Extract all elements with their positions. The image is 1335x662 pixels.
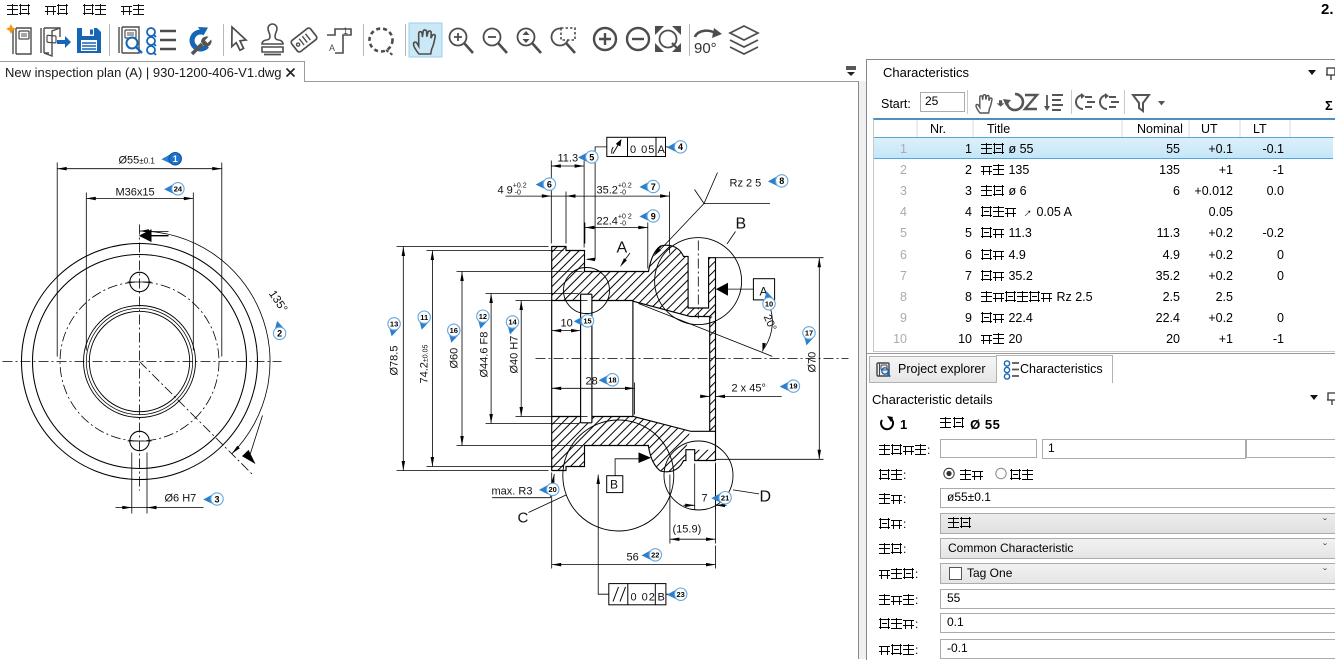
svg-text:M36x15: M36x15 xyxy=(116,187,155,199)
svg-text:23: 23 xyxy=(677,590,685,599)
svg-text:13: 13 xyxy=(390,320,398,329)
svg-text:17: 17 xyxy=(805,329,813,338)
svg-text:Ø40 H7: Ø40 H7 xyxy=(509,336,521,374)
svg-text:6: 6 xyxy=(547,179,552,189)
svg-text:19: 19 xyxy=(789,382,797,391)
svg-text:22.4+0 2-0: 22.4+0 2-0 xyxy=(597,214,632,228)
svg-text:A: A xyxy=(658,144,666,156)
svg-text:90°: 90° xyxy=(694,40,717,57)
svg-text:135°: 135° xyxy=(266,288,289,314)
svg-text:Ø44.6 F8: Ø44.6 F8 xyxy=(479,332,491,378)
svg-text:24: 24 xyxy=(174,184,183,193)
svg-text:28: 28 xyxy=(586,376,598,388)
svg-text:18: 18 xyxy=(608,375,616,384)
svg-text:11: 11 xyxy=(420,313,428,322)
svg-text:Rz 2 5: Rz 2 5 xyxy=(730,178,762,190)
svg-text:Ø70: Ø70 xyxy=(807,352,819,373)
svg-text:Ø6 H7: Ø6 H7 xyxy=(165,493,197,505)
svg-text:2: 2 xyxy=(277,329,282,339)
svg-text:35.2+0.2-0: 35.2+0.2-0 xyxy=(597,183,632,197)
svg-text:Ø55±0.1: Ø55±0.1 xyxy=(119,155,156,167)
svg-text:C: C xyxy=(518,510,529,527)
svg-text:15: 15 xyxy=(583,317,591,326)
svg-text:22: 22 xyxy=(651,551,659,560)
svg-text:2 x 45°: 2 x 45° xyxy=(732,383,766,395)
svg-text:0 05: 0 05 xyxy=(630,144,655,156)
svg-text:16: 16 xyxy=(450,326,458,335)
svg-text:A: A xyxy=(617,240,628,257)
svg-text:20°: 20° xyxy=(761,313,779,333)
svg-text:Ø60: Ø60 xyxy=(449,348,461,369)
svg-text:9: 9 xyxy=(651,211,656,221)
svg-text:11.3: 11.3 xyxy=(558,153,579,165)
svg-text:Ø78.5: Ø78.5 xyxy=(389,346,401,376)
svg-text:10: 10 xyxy=(561,318,573,330)
svg-text:8: 8 xyxy=(779,176,784,186)
svg-text:56: 56 xyxy=(627,552,639,564)
svg-text:4 9+0.2-0: 4 9+0.2-0 xyxy=(498,183,527,197)
svg-text:74.2±0.05: 74.2±0.05 xyxy=(419,345,431,384)
svg-text:7: 7 xyxy=(702,493,708,505)
svg-text:4: 4 xyxy=(678,142,683,152)
svg-text:B: B xyxy=(736,216,747,233)
svg-text:5: 5 xyxy=(589,152,594,162)
svg-text:7: 7 xyxy=(651,182,656,192)
svg-text:B: B xyxy=(610,478,618,492)
svg-text:1: 1 xyxy=(343,26,348,36)
svg-text:max. R3: max. R3 xyxy=(492,486,533,498)
svg-text:10: 10 xyxy=(765,299,773,308)
svg-text:20: 20 xyxy=(549,485,557,494)
svg-text:3: 3 xyxy=(214,494,219,504)
svg-text:B: B xyxy=(658,592,665,604)
svg-text:0 02: 0 02 xyxy=(631,592,656,604)
svg-text:14: 14 xyxy=(508,318,517,327)
svg-text:12: 12 xyxy=(479,312,487,321)
svg-text:(15.9): (15.9) xyxy=(673,524,702,536)
svg-text:A: A xyxy=(329,43,335,53)
svg-text:1: 1 xyxy=(173,154,178,164)
svg-text:21: 21 xyxy=(721,493,729,502)
svg-text:D: D xyxy=(760,489,772,506)
